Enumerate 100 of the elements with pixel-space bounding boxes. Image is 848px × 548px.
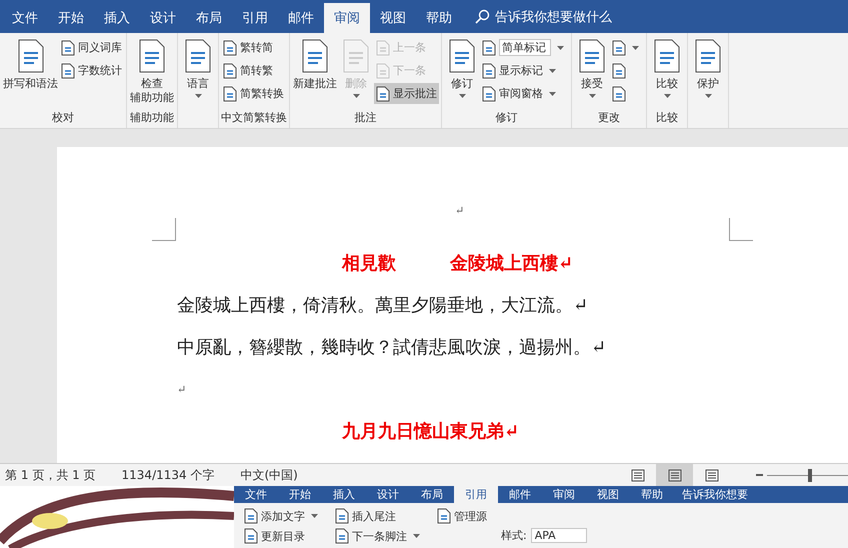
ribbon-tab[interactable]: 引用: [454, 486, 498, 503]
ribbon-button[interactable]: 修订: [444, 35, 480, 110]
document-icon: [652, 39, 682, 73]
ribbon-tab[interactable]: 帮助: [416, 3, 462, 33]
document-icon: [577, 39, 607, 73]
ribbon-tab[interactable]: 设计: [140, 3, 186, 33]
document-icon: [612, 86, 626, 102]
margin-corner-mark: [152, 218, 176, 241]
ribbon-button[interactable]: 添加文字: [244, 506, 321, 526]
page-count: 第 1 页，共 1 页: [5, 466, 96, 484]
document-icon: [244, 528, 258, 544]
document-icon: [437, 508, 451, 524]
ribbon-tab[interactable]: 布局: [186, 3, 232, 33]
caret-icon: [632, 46, 639, 50]
ribbon-button[interactable]: 字数统计: [59, 60, 124, 81]
zoom-slider-thumb[interactable]: [808, 468, 812, 482]
caret-icon: [549, 68, 556, 72]
document-icon: [482, 86, 496, 102]
document-icon: [693, 39, 723, 73]
group-label: 修订: [494, 110, 518, 126]
caret-icon: [664, 94, 670, 98]
ribbon-button[interactable]: 下一条脚注: [335, 526, 423, 546]
ribbon-tab[interactable]: 文件: [234, 486, 278, 503]
tell-me-search[interactable]: 告诉我你想要: [682, 486, 748, 503]
ribbon-tab[interactable]: 布局: [410, 486, 454, 503]
ribbon-button[interactable]: 显示批注: [374, 83, 439, 104]
tell-me-search[interactable]: 告诉我你想要做什么: [474, 0, 612, 33]
caret-icon: [704, 94, 712, 98]
search-icon: [474, 8, 490, 24]
language-status: 中文(中国): [240, 466, 298, 484]
ribbon-button[interactable]: 保护: [690, 35, 726, 110]
margin-corner-mark: [729, 218, 753, 241]
ribbon-button[interactable]: 拼写和语法: [2, 35, 59, 110]
ribbon-button[interactable]: 简转繁: [221, 60, 286, 81]
ribbon-tab[interactable]: 审阅: [542, 486, 586, 503]
ribbon-tab[interactable]: 插入: [94, 3, 140, 33]
caret-icon: [413, 534, 420, 538]
ribbon-tab[interactable]: 插入: [322, 486, 366, 503]
view-mode-button[interactable]: [656, 464, 693, 486]
document-icon: [335, 528, 349, 544]
document-icon: [612, 62, 626, 78]
page-view-icon: [668, 468, 682, 482]
group-label: 辅助功能: [129, 110, 175, 126]
document-icon: [244, 508, 258, 524]
ribbon-button[interactable]: 新建批注: [292, 35, 338, 110]
ribbon-button[interactable]: 更新目录: [244, 526, 321, 546]
style-dropdown[interactable]: APA: [530, 528, 587, 543]
ribbon-tab[interactable]: 开始: [48, 3, 94, 33]
group-label: 比较: [655, 110, 679, 126]
ribbon-tab[interactable]: 文件: [2, 3, 48, 33]
group-label: 校对: [51, 110, 75, 126]
document-icon: [482, 40, 496, 56]
ribbon-button[interactable]: 显示标记: [480, 60, 569, 81]
caret-icon: [352, 94, 360, 98]
document-icon: [61, 40, 75, 56]
ribbon-button[interactable]: 简单标记: [480, 37, 569, 58]
ribbon-button[interactable]: 检查 辅助功能: [129, 35, 175, 110]
document-icon: [376, 86, 390, 102]
ribbon-button[interactable]: 接受: [574, 35, 610, 110]
paragraph-text: 九月九日憶山東兄弟↵: [342, 420, 520, 443]
ribbon-tab[interactable]: 邮件: [278, 3, 324, 33]
document-icon: [16, 39, 46, 73]
style-label: 样式:: [501, 528, 527, 543]
group-label: 更改: [597, 110, 621, 126]
paragraph-text: ↵: [455, 204, 464, 216]
document-icon: [335, 508, 349, 524]
document-icon: [137, 39, 167, 73]
caret-icon: [194, 94, 202, 98]
page-view-icon: [630, 468, 644, 482]
document-icon: [612, 40, 626, 56]
document-icon: [376, 62, 390, 78]
ribbon-button[interactable]: 管理源: [437, 506, 487, 526]
paragraph-text: 相見歡 金陵城上西樓↵: [342, 252, 574, 275]
word-count: 1134/1134 个字: [122, 466, 214, 484]
ribbon-tab[interactable]: 视图: [370, 3, 416, 33]
ribbon-tab[interactable]: 帮助: [630, 486, 674, 503]
ribbon-button[interactable]: 简繁转换: [221, 83, 286, 104]
ribbon-tab[interactable]: 引用: [232, 3, 278, 33]
document-icon: [300, 39, 330, 73]
caret-icon: [549, 92, 556, 96]
ribbon-tab[interactable]: 设计: [366, 486, 410, 503]
paragraph-text: 中原亂，簪纓散，幾時收？試倩悲風吹淚，過揚州。↵: [177, 336, 606, 359]
ribbon-button[interactable]: 审阅窗格: [480, 83, 569, 104]
document-icon: [223, 62, 237, 78]
document-icon: [223, 40, 237, 56]
ribbon-tab[interactable]: 邮件: [498, 486, 542, 503]
caret-icon: [588, 94, 596, 98]
ribbon-button[interactable]: 插入尾注: [335, 506, 423, 526]
ribbon-tab[interactable]: 视图: [586, 486, 630, 503]
ribbon-tab[interactable]: 开始: [278, 486, 322, 503]
paragraph-text: ↵: [177, 382, 186, 396]
document-icon: [183, 39, 213, 73]
ribbon-button[interactable]: 语言: [180, 35, 216, 110]
ribbon-button[interactable]: 同义词库: [59, 37, 124, 58]
caret-icon: [311, 514, 318, 518]
ribbon-tab[interactable]: 审阅: [324, 3, 370, 33]
page-view-icon: [704, 468, 718, 482]
ribbon-button[interactable]: 繁转简: [221, 37, 286, 58]
ribbon-button[interactable]: 比较: [649, 35, 685, 110]
document-icon: [341, 39, 371, 73]
